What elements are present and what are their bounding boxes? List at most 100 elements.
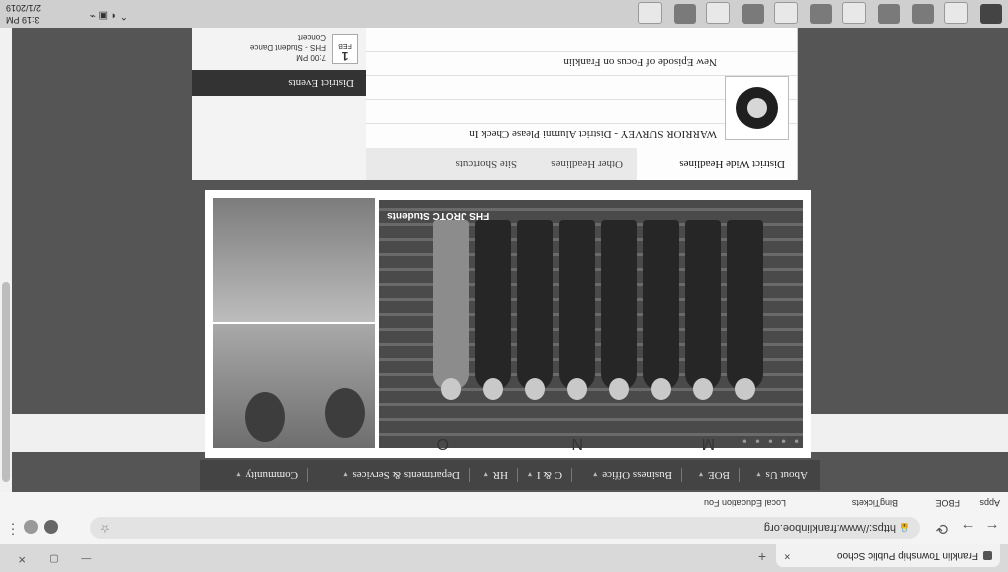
event-month: FEB [338,42,352,49]
chevron-down-icon: ▾ [756,470,761,479]
page-scrollbar[interactable] [0,28,12,492]
outlook-icon[interactable] [774,2,798,24]
slide-pager-dots[interactable]: ● ● ● ● ● [739,437,799,446]
news-item-link[interactable]: New Episode of Focus on Franklin [563,56,717,68]
cadet-figure [559,220,595,400]
cadet-head [525,378,545,400]
forward-button[interactable]: → [958,518,978,538]
nav-label: Business Office [602,469,672,481]
profile-avatar[interactable] [24,520,38,534]
browser-tab-bar: Franklin Township Public Schoo × + — ▢ ✕ [0,544,1008,572]
start-icon[interactable] [980,4,1002,24]
nav-divider [469,468,470,482]
tab-district-wide-headlines[interactable]: District Wide Headlines [637,148,797,180]
chevron-down-icon: ▾ [698,470,703,479]
news-item-link[interactable]: WARRIOR SURVEY - District Alumni Please … [469,128,717,140]
news-tabs: District Wide Headlines Other Headlines … [365,148,797,180]
event-title[interactable]: FHS - Student Dance [250,43,326,52]
skype-icon[interactable] [674,4,696,24]
browser-tab[interactable]: Franklin Township Public Schoo × [776,544,1000,567]
edge-icon[interactable] [878,4,900,24]
address-bar[interactable]: 🔒 https://www.franklinboe.org ☆ [90,517,920,539]
slide-letter: N [571,435,583,452]
reload-button[interactable]: ⟳ [932,518,952,538]
cadet-head [735,378,755,400]
chevron-down-icon: ▾ [343,470,348,479]
tab-site-shortcuts[interactable]: Site Shortcuts [429,148,525,180]
mail-icon[interactable] [706,2,730,24]
back-button[interactable]: ← [982,518,1002,538]
cadet-figure [475,220,511,400]
cadet-head [693,378,713,400]
bookmark-fboe[interactable]: FBOE [935,498,960,508]
onenote-icon[interactable] [810,4,832,24]
favicon-icon [983,551,992,560]
cadet-figure [685,220,721,400]
tab-other-headlines[interactable]: Other Headlines [531,148,631,180]
bookmarks-bar: Apps FBOE BingTickets Local Education Fo… [0,491,1008,512]
taskbar-clock[interactable]: 3:19 PM 2/1/2019 [6,2,41,26]
cadet-head [441,378,461,400]
nav-divider [307,468,308,482]
nav-label: About Us [765,469,808,481]
nav-label: HR [492,469,508,481]
event-date-badge: 1 FEB [332,34,358,64]
file-explorer-icon[interactable] [912,4,934,24]
word-icon[interactable] [742,4,764,24]
cadet-figure [727,220,763,400]
event-time: 7:00 PM [296,53,326,62]
bookmark-star-icon[interactable]: ☆ [100,517,110,539]
main-navigation: About Us ▾ BOE ▾ Business Office ▾ C & I ▾ H… [200,460,820,490]
system-tray[interactable]: ⌃ ◖ ▣ ⌁ [90,10,128,21]
chevron-down-icon: ▾ [593,470,598,479]
cadet-head [483,378,503,400]
chevron-down-icon: ▾ [236,470,241,479]
events-title: District Events [192,70,366,96]
nav-c-and-i[interactable]: C & I ▾ [528,460,562,490]
event-day: 1 [341,49,349,63]
excel-icon[interactable] [842,2,866,24]
url-text: https://www.franklinboe.org [763,522,896,534]
nav-boe[interactable]: BOE ▾ [699,460,730,490]
browser-toolbar: ← → ⟳ 🔒 https://www.franklinboe.org ☆ ⋮ [0,512,1008,544]
event-title-cont[interactable]: Concert [298,33,326,42]
nav-departments-services[interactable]: Departments & Services ▾ [343,460,460,490]
tree-shape [325,388,365,438]
bookmark-bingtickets[interactable]: BingTickets [852,498,898,508]
nav-label: BOE [708,469,730,481]
cadet-figure [517,220,553,400]
cadet-figure [643,220,679,400]
cadet-figure [601,220,637,400]
nav-label: Community [245,469,298,481]
scrollbar-thumb[interactable] [2,282,10,482]
window-controls[interactable]: — ▢ ✕ [8,553,91,564]
tab-close-icon[interactable]: × [784,544,790,567]
chrome-icon[interactable] [944,2,968,24]
slide-caption: FHS JROTC Students [387,210,490,221]
nav-hr[interactable]: HR ▾ [484,460,508,490]
browser-menu-icon[interactable]: ⋮ [6,521,20,538]
events-panel: District Events 1 FEB 7:00 PM FHS - Stud… [192,28,366,180]
hero-slideshow: FHS JROTC Students ● ● ● ● ● M N O [205,190,811,458]
tree-shape [245,392,285,442]
news-panel: District Wide Headlines Other Headlines … [365,28,798,180]
logo-emblem [736,87,778,129]
chevron-down-icon: ▾ [527,470,532,479]
snipping-tool-icon[interactable] [638,2,662,24]
nav-divider [571,468,572,482]
slide-thumbnail[interactable] [213,198,375,322]
windows-taskbar: ⌃ ◖ ▣ ⌁ 3:19 PM 2/1/2019 [0,0,1008,28]
clock-date: 2/1/2019 [6,3,42,13]
bookmark-apps[interactable]: Apps [979,498,1000,508]
main-slide-photo[interactable]: FHS JROTC Students [379,200,803,448]
lock-icon: 🔒 [898,523,910,533]
nav-about-us[interactable]: About Us ▾ [757,460,809,490]
clock-time: 3:19 PM [6,15,40,25]
bookmark-local-education[interactable]: Local Education Fou [704,498,786,508]
nav-business-office[interactable]: Business Office ▾ [593,460,672,490]
slide-thumbnail[interactable] [213,324,375,448]
new-tab-button[interactable]: + [754,548,770,565]
nav-divider [681,468,682,482]
extension-icon[interactable] [44,520,58,534]
nav-community[interactable]: Community ▾ [236,460,298,490]
